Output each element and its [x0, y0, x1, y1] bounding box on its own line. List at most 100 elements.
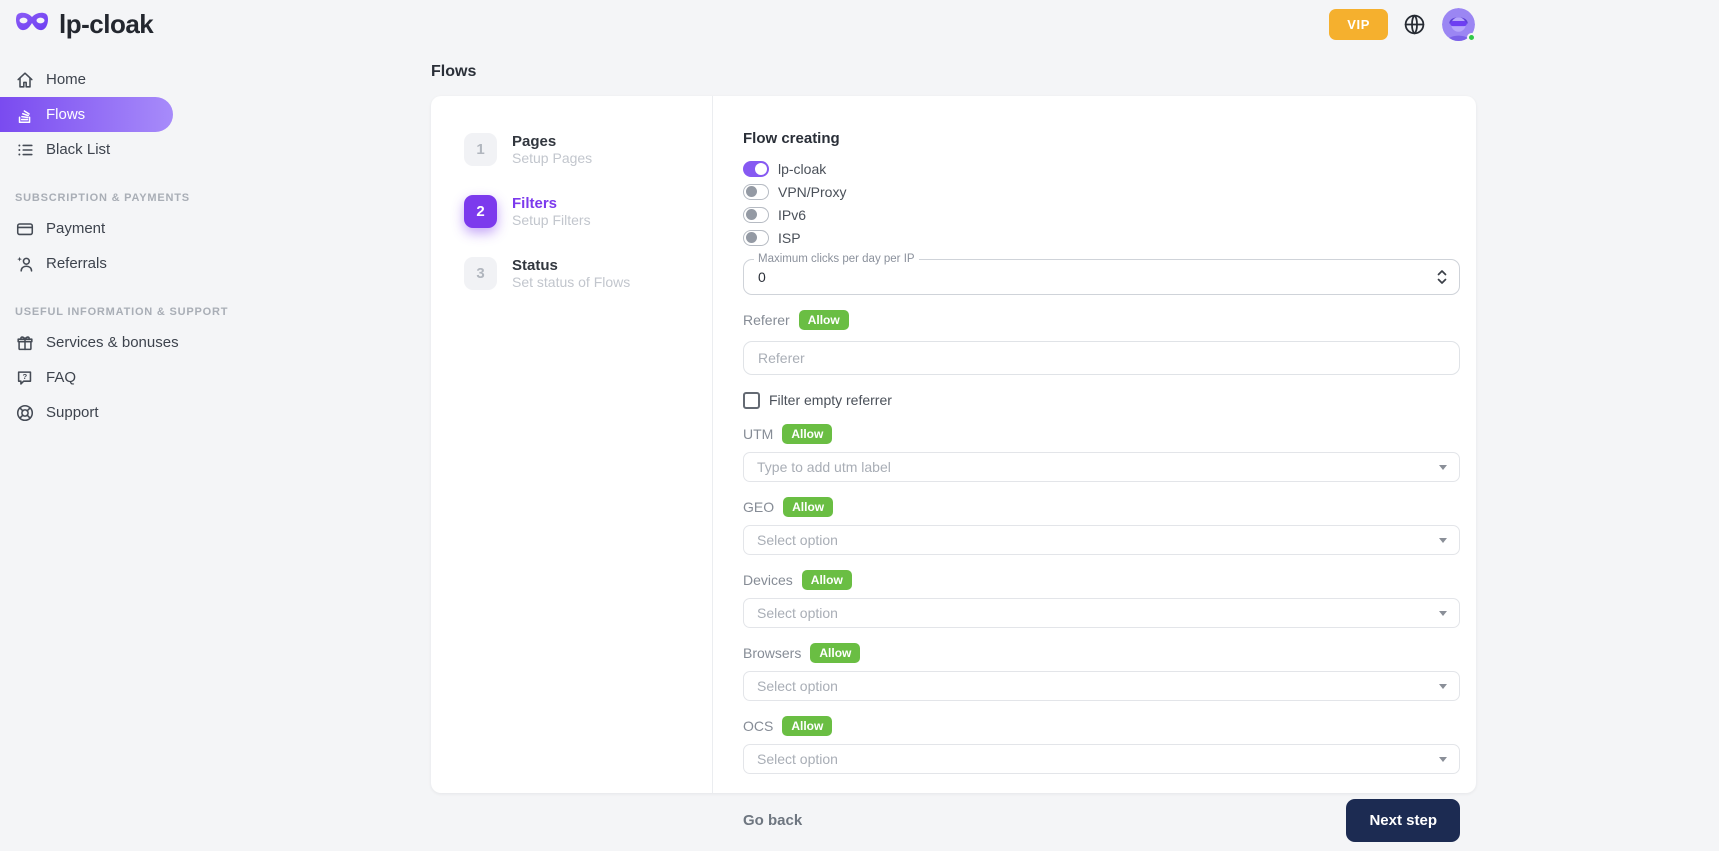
app-root: lp-cloak VIP: [0, 0, 1719, 851]
ocs-label: OCS: [743, 718, 773, 734]
step-title: Status: [512, 257, 630, 274]
form-title: Flow creating: [743, 130, 1461, 147]
filter-empty-referrer-checkbox[interactable]: [743, 392, 760, 409]
devices-label: Devices: [743, 572, 793, 588]
browsers-label-row: Browsers Allow: [743, 643, 1461, 663]
devices-select-wrap: [743, 598, 1460, 628]
devices-label-row: Devices Allow: [743, 570, 1461, 590]
max-clicks-field: Maximum clicks per day per IP: [743, 259, 1460, 295]
lp-cloak-toggle[interactable]: [743, 161, 769, 177]
online-status-dot: [1467, 33, 1476, 42]
sidebar-item-label: Support: [46, 404, 99, 421]
sidebar-item-flows[interactable]: Flows: [0, 97, 173, 132]
ocs-allow-badge[interactable]: Allow: [782, 716, 832, 736]
sidebar: Home Flows Black List: [0, 62, 200, 430]
step-number: 1: [464, 133, 497, 166]
go-back-link[interactable]: Go back: [743, 812, 802, 829]
geo-allow-badge[interactable]: Allow: [783, 497, 833, 517]
sidebar-item-label: Referrals: [46, 255, 107, 272]
form-footer: Go back Next step: [743, 799, 1460, 842]
step-title: Filters: [512, 195, 591, 212]
referrals-icon: [15, 254, 35, 274]
toggle-label: VPN/Proxy: [778, 184, 846, 200]
vip-button[interactable]: VIP: [1329, 9, 1388, 40]
ocs-select[interactable]: [743, 744, 1460, 774]
utm-label-row: UTM Allow: [743, 424, 1461, 444]
blacklist-icon: [15, 140, 35, 160]
globe-icon[interactable]: [1403, 13, 1427, 37]
browsers-allow-badge[interactable]: Allow: [810, 643, 860, 663]
referer-input[interactable]: [743, 341, 1460, 375]
chevron-down-icon: [1439, 538, 1447, 543]
sidebar-item-label: Flows: [46, 106, 85, 123]
sidebar-item-payment[interactable]: Payment: [0, 211, 200, 246]
utm-label: UTM: [743, 426, 773, 442]
sidebar-item-label: FAQ: [46, 369, 76, 386]
wizard-step-status[interactable]: 3 Status Set status of Flows: [464, 257, 712, 291]
toggle-row-lp-cloak: lp-cloak: [743, 160, 1461, 177]
devices-select[interactable]: [743, 598, 1460, 628]
sidebar-section-support: USEFUL INFORMATION & SUPPORT: [0, 305, 200, 319]
stepper-icon[interactable]: [1436, 268, 1448, 286]
support-icon: [15, 403, 35, 423]
geo-select[interactable]: [743, 525, 1460, 555]
toggle-row-ipv6: IPv6: [743, 206, 1461, 223]
svg-text:?: ?: [23, 372, 28, 381]
browsers-select[interactable]: [743, 671, 1460, 701]
isp-toggle[interactable]: [743, 230, 769, 246]
chevron-down-icon: [1439, 757, 1447, 762]
referer-label-row: Referer Allow: [743, 310, 1461, 330]
step-title: Pages: [512, 133, 592, 150]
step-number: 2: [464, 195, 497, 228]
utm-select[interactable]: [743, 452, 1460, 482]
step-subtitle: Setup Filters: [512, 212, 591, 229]
gift-icon: [15, 333, 35, 353]
vpn-proxy-toggle[interactable]: [743, 184, 769, 200]
page-title: Flows: [431, 63, 476, 81]
sidebar-item-services-bonuses[interactable]: Services & bonuses: [0, 325, 200, 360]
header-actions: VIP: [1329, 8, 1475, 41]
browsers-label: Browsers: [743, 645, 801, 661]
toggle-label: IPv6: [778, 207, 806, 223]
chevron-down-icon: [1439, 465, 1447, 470]
geo-label: GEO: [743, 499, 774, 515]
sidebar-item-referrals[interactable]: Referrals: [0, 246, 200, 281]
step-number: 3: [464, 257, 497, 290]
app-logo[interactable]: lp-cloak: [14, 9, 153, 40]
toggle-row-isp: ISP: [743, 229, 1461, 246]
flows-icon: [15, 105, 35, 125]
filter-empty-referrer-row: Filter empty referrer: [743, 391, 1461, 409]
sidebar-item-faq[interactable]: ? FAQ: [0, 360, 200, 395]
sidebar-item-label: Services & bonuses: [46, 334, 179, 351]
toggle-row-vpn-proxy: VPN/Proxy: [743, 183, 1461, 200]
sidebar-item-support[interactable]: Support: [0, 395, 200, 430]
step-subtitle: Set status of Flows: [512, 274, 630, 291]
sidebar-section-subscription: SUBSCRIPTION & PAYMENTS: [0, 191, 200, 205]
max-clicks-input[interactable]: [744, 260, 1459, 294]
flow-creating-form: Flow creating lp-cloak VPN/Proxy IPv6 IS…: [713, 96, 1476, 793]
user-avatar[interactable]: [1442, 8, 1475, 41]
utm-allow-badge[interactable]: Allow: [782, 424, 832, 444]
max-clicks-label: Maximum clicks per day per IP: [754, 253, 919, 265]
referer-label: Referer: [743, 312, 790, 328]
sidebar-item-home[interactable]: Home: [0, 62, 200, 97]
wizard-step-pages[interactable]: 1 Pages Setup Pages: [464, 133, 712, 167]
devices-allow-badge[interactable]: Allow: [802, 570, 852, 590]
next-step-button[interactable]: Next step: [1346, 799, 1460, 842]
ocs-label-row: OCS Allow: [743, 716, 1461, 736]
flow-wizard-card: 1 Pages Setup Pages 2 Filters Setup Filt…: [431, 96, 1476, 793]
toggle-label: ISP: [778, 230, 801, 246]
sidebar-item-black-list[interactable]: Black List: [0, 132, 200, 167]
ocs-select-wrap: [743, 744, 1460, 774]
chevron-down-icon: [1439, 611, 1447, 616]
ipv6-toggle[interactable]: [743, 207, 769, 223]
wizard-step-filters[interactable]: 2 Filters Setup Filters: [464, 195, 712, 229]
step-subtitle: Setup Pages: [512, 150, 592, 167]
browsers-select-wrap: [743, 671, 1460, 701]
mask-icon: [14, 9, 50, 40]
sidebar-item-label: Black List: [46, 141, 110, 158]
referer-allow-badge[interactable]: Allow: [799, 310, 849, 330]
home-icon: [15, 70, 35, 90]
chevron-down-icon: [1439, 684, 1447, 689]
sidebar-item-label: Payment: [46, 220, 105, 237]
